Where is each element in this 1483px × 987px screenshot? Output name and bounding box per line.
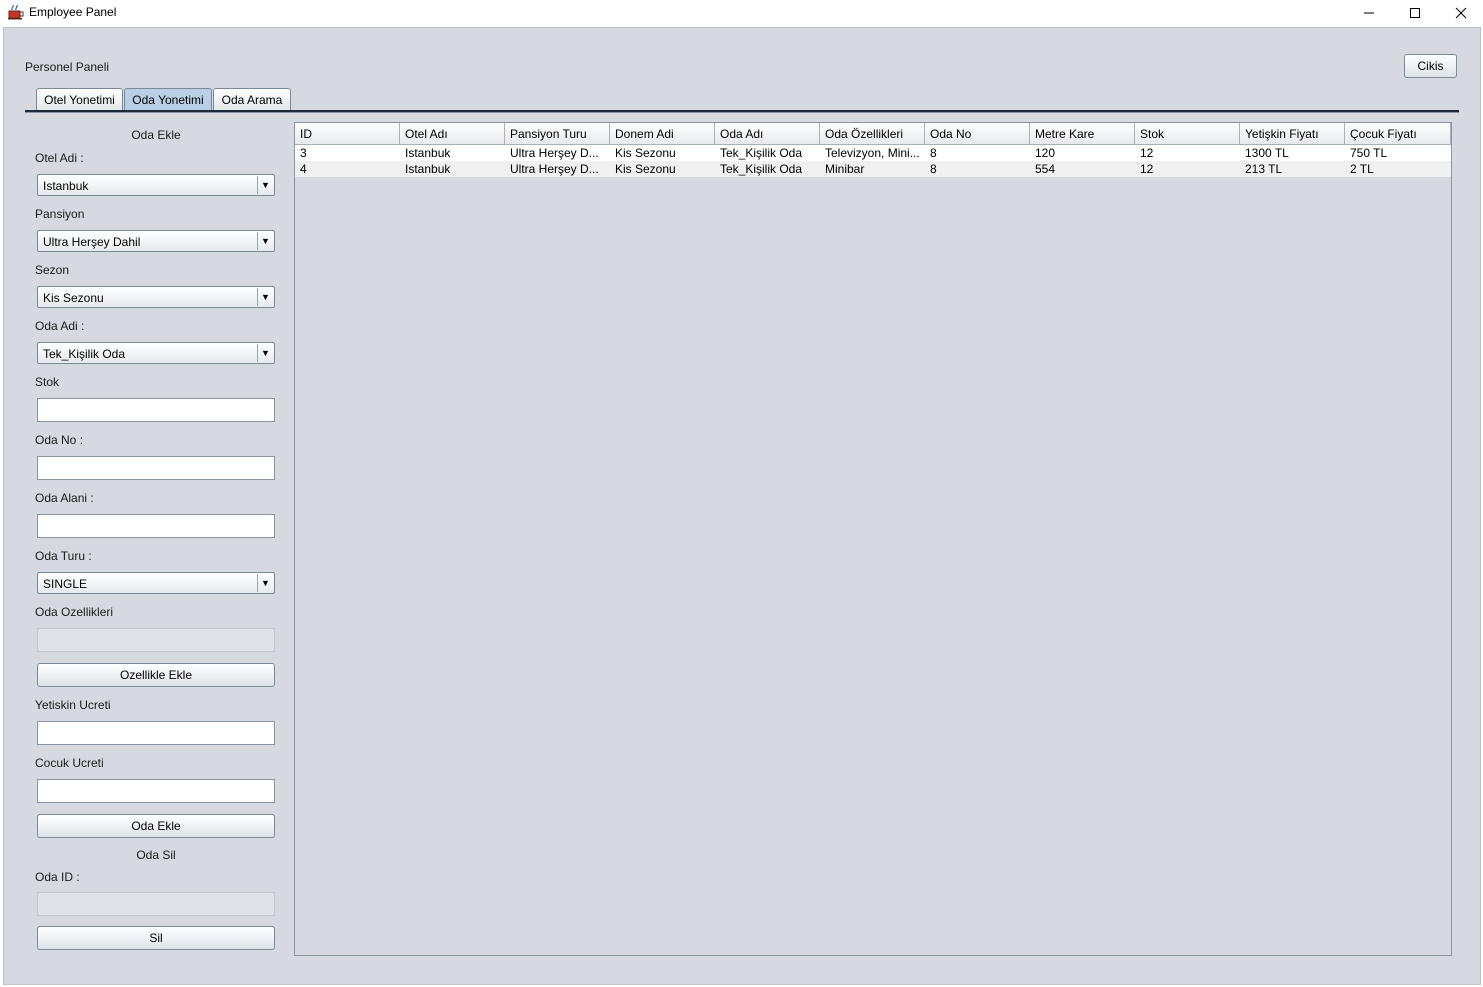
pension-label: Pansiyon (35, 207, 85, 221)
column-header-metre-kare[interactable]: Metre Kare (1030, 123, 1135, 145)
table-cell: Ultra Herşey D... (510, 146, 599, 160)
table-cell: 8 (930, 146, 937, 160)
table-cell: Televizyon, Mini... (825, 146, 920, 160)
table-cell: 213 TL (1245, 162, 1283, 176)
table-cell: Minibar (825, 162, 865, 176)
features-label: Oda Ozellikleri (35, 605, 114, 619)
minimize-icon (1364, 12, 1374, 14)
table-cell: Tek_Kişilik Oda (720, 146, 803, 160)
tab-otel-yonetimi[interactable]: Otel Yonetimi (36, 88, 123, 111)
tab-separator (25, 110, 1459, 113)
season-label: Sezon (35, 263, 70, 277)
add-room-button[interactable]: Oda Ekle (37, 814, 275, 838)
chevron-down-icon[interactable]: ▼ (257, 232, 273, 250)
room-area-label: Oda Alani : (35, 491, 94, 505)
room-type-select-value: SINGLE (43, 577, 88, 591)
close-button[interactable] (1438, 0, 1483, 26)
add-room-section-title: Oda Ekle (131, 128, 181, 142)
chevron-down-icon[interactable]: ▼ (257, 176, 273, 194)
column-header-id[interactable]: ID (295, 123, 400, 145)
adult-price-input[interactable] (37, 721, 275, 745)
table-cell: Ultra Herşey D... (510, 162, 599, 176)
hotel-select[interactable]: Istanbuk ▼ (37, 174, 275, 196)
hotel-label: Otel Adi : (35, 151, 84, 165)
column-header-stok[interactable]: Stok (1135, 123, 1240, 145)
minimize-button[interactable] (1346, 0, 1392, 26)
chevron-down-icon[interactable]: ▼ (257, 574, 273, 592)
java-cup-icon (8, 4, 24, 20)
table-cell: Kis Sezonu (615, 146, 676, 160)
column-header-yetiskin-fiyati[interactable]: Yetişkin Fiyatı (1240, 123, 1345, 145)
add-feature-button[interactable]: Ozellikle Ekle (37, 663, 275, 687)
maximize-icon (1410, 8, 1420, 18)
column-header-pansiyon-turu[interactable]: Pansiyon Turu (505, 123, 610, 145)
table-cell: 12 (1140, 162, 1154, 176)
table-cell: 120 (1035, 146, 1056, 160)
table-cell: 8 (930, 162, 937, 176)
room-id-field (37, 892, 275, 916)
hotel-select-value: Istanbuk (43, 179, 89, 193)
table-cell: 750 TL (1350, 146, 1388, 160)
stock-label: Stok (35, 375, 60, 389)
room-area-input[interactable] (37, 514, 275, 538)
pension-select[interactable]: Ultra Herşey Dahil ▼ (37, 230, 275, 252)
pension-select-value: Ultra Herşey Dahil (43, 235, 141, 249)
room-no-input[interactable] (37, 456, 275, 480)
table-cell: 4 (300, 162, 307, 176)
delete-button[interactable]: Sil (37, 926, 275, 950)
table-header: ID Otel Adı Pansiyon Turu Donem Adi Oda … (295, 123, 1451, 145)
tab-oda-arama[interactable]: Oda Arama (213, 88, 291, 111)
window-titlebar: Employee Panel (0, 0, 1483, 26)
room-type-label: Oda Turu : (35, 549, 92, 563)
column-header-otel-adi[interactable]: Otel Adı (400, 123, 505, 145)
rooms-table[interactable]: ID Otel Adı Pansiyon Turu Donem Adi Oda … (294, 122, 1452, 956)
close-icon (1455, 7, 1467, 19)
features-field (37, 628, 275, 652)
tab-oda-yonetimi[interactable]: Oda Yonetimi (124, 88, 212, 111)
table-cell: Kis Sezonu (615, 162, 676, 176)
room-no-label: Oda No : (35, 433, 84, 447)
table-cell: 12 (1140, 146, 1154, 160)
table-cell: 554 (1035, 162, 1056, 176)
room-name-select[interactable]: Tek_Kişilik Oda ▼ (37, 342, 275, 364)
stock-input[interactable] (37, 398, 275, 422)
column-header-oda-adi[interactable]: Oda Adı (715, 123, 820, 145)
window-title: Employee Panel (29, 5, 117, 19)
table-row[interactable]: 4 Istanbuk Ultra Herşey D... Kis Sezonu … (295, 161, 1451, 177)
table-row[interactable]: 3 Istanbuk Ultra Herşey D... Kis Sezonu … (295, 145, 1451, 161)
delete-room-section-title: Oda Sil (136, 848, 176, 862)
table-cell: 1300 TL (1245, 146, 1289, 160)
table-cell: 3 (300, 146, 307, 160)
adult-price-label: Yetiskin Ucreti (35, 698, 111, 712)
column-header-donem-adi[interactable]: Donem Adi (610, 123, 715, 145)
panel-title: Personel Paneli (25, 60, 110, 74)
table-cell: Istanbuk (405, 146, 451, 160)
table-cell: Tek_Kişilik Oda (720, 162, 803, 176)
chevron-down-icon[interactable]: ▼ (257, 288, 273, 306)
room-type-select[interactable]: SINGLE ▼ (37, 572, 275, 594)
table-cell: Istanbuk (405, 162, 451, 176)
table-cell: 2 TL (1350, 162, 1374, 176)
room-name-select-value: Tek_Kişilik Oda (43, 347, 126, 361)
room-name-label: Oda Adi : (35, 319, 85, 333)
column-header-cocuk-fiyati[interactable]: Çocuk Fiyatı (1345, 123, 1451, 145)
child-price-input[interactable] (37, 779, 275, 803)
maximize-button[interactable] (1392, 0, 1438, 26)
column-header-oda-no[interactable]: Oda No (925, 123, 1030, 145)
exit-button[interactable]: Cikis (1404, 54, 1457, 78)
chevron-down-icon[interactable]: ▼ (257, 344, 273, 362)
room-id-label: Oda ID : (35, 870, 80, 884)
season-select[interactable]: Kis Sezonu ▼ (37, 286, 275, 308)
table-body: 3 Istanbuk Ultra Herşey D... Kis Sezonu … (295, 145, 1451, 177)
column-header-oda-ozellikleri[interactable]: Oda Özellikleri (820, 123, 925, 145)
child-price-label: Cocuk Ucreti (35, 756, 104, 770)
season-select-value: Kis Sezonu (43, 291, 104, 305)
